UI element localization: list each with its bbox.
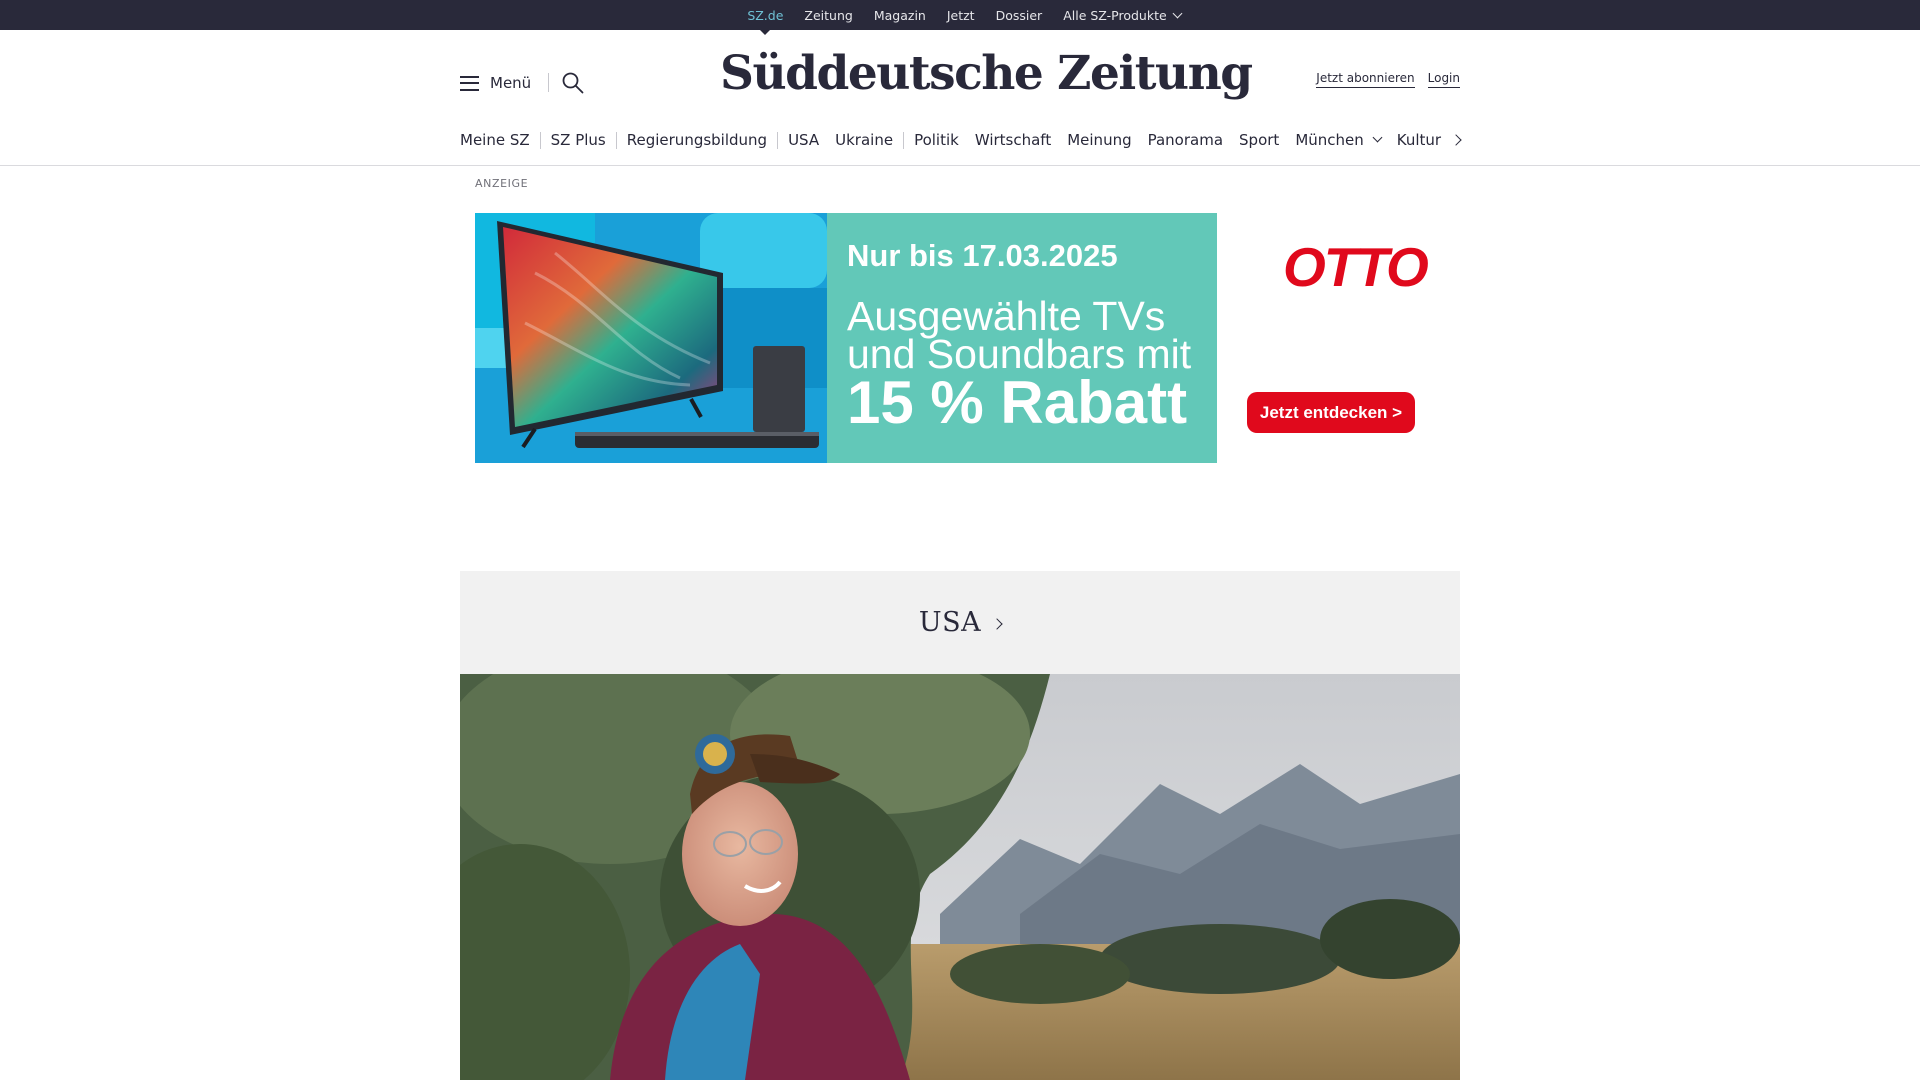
hamburger-icon xyxy=(460,75,479,91)
nav-divider-line xyxy=(0,165,1920,166)
account-links: Jetzt abonnieren Login xyxy=(1316,71,1460,88)
subscribe-link[interactable]: Jetzt abonnieren xyxy=(1316,71,1415,88)
ad-cta-button[interactable]: Jetzt entdecken > xyxy=(1247,392,1415,433)
nav-item-meine-sz[interactable]: Meine SZ xyxy=(460,131,530,149)
section-title: USA xyxy=(918,607,982,638)
nav-item-usa[interactable]: USA xyxy=(788,131,819,149)
nav-item-sz-plus[interactable]: SZ Plus xyxy=(551,131,606,149)
ad-product-image xyxy=(475,213,827,463)
nav-item-meinung[interactable]: Meinung xyxy=(1067,131,1131,149)
nav-item-muenchen[interactable]: München xyxy=(1295,131,1383,149)
product-link-dossier[interactable]: Dossier xyxy=(996,8,1043,23)
menu-label: Menü xyxy=(490,74,532,92)
section-nav: Meine SZ SZ Plus Regierungsbildung USA U… xyxy=(460,128,1441,152)
product-bar: SZ.de Zeitung Magazin Jetzt Dossier Alle… xyxy=(0,0,1920,35)
nav-divider xyxy=(903,131,905,149)
divider xyxy=(548,73,549,92)
product-links: SZ.de Zeitung Magazin Jetzt Dossier Alle… xyxy=(0,0,1920,35)
nav-item-muenchen-label: München xyxy=(1295,131,1364,149)
product-link-sz-de[interactable]: SZ.de xyxy=(747,8,783,35)
nav-scroll-right-button[interactable] xyxy=(1450,132,1464,148)
product-link-zeitung[interactable]: Zeitung xyxy=(804,8,852,23)
nav-item-wirtschaft[interactable]: Wirtschaft xyxy=(975,131,1051,149)
ad-brand-panel: OTTO Jetzt entdecken > xyxy=(1217,213,1445,463)
hero-image[interactable] xyxy=(460,674,1460,1080)
login-link[interactable]: Login xyxy=(1427,71,1460,88)
nav-item-panorama[interactable]: Panorama xyxy=(1148,131,1223,149)
nav-item-regierungsbildung[interactable]: Regierungsbildung xyxy=(627,131,767,149)
nav-item-politik[interactable]: Politik xyxy=(914,131,959,149)
nav-divider xyxy=(777,131,779,149)
ad-label: ANZEIGE xyxy=(475,177,529,190)
chevron-down-icon xyxy=(1172,8,1183,18)
ad-banner[interactable]: Nur bis 17.03.2025 Ausgewählte TVs und S… xyxy=(475,213,1445,463)
all-products-label: Alle SZ-Produkte xyxy=(1063,7,1167,23)
product-link-magazin[interactable]: Magazin xyxy=(874,8,926,23)
nav-divider xyxy=(539,131,541,149)
chevron-down-icon xyxy=(1372,132,1383,142)
ad-offer-panel: Nur bis 17.03.2025 Ausgewählte TVs und S… xyxy=(827,213,1217,463)
otto-logo: OTTO xyxy=(1283,236,1429,298)
all-products-dropdown[interactable]: Alle SZ-Produkte xyxy=(1063,7,1183,23)
nav-divider xyxy=(615,131,617,149)
ad-date-line: Nur bis 17.03.2025 xyxy=(847,238,1118,273)
search-button[interactable] xyxy=(561,71,585,95)
search-icon xyxy=(562,72,584,94)
nav-item-sport[interactable]: Sport xyxy=(1239,131,1279,149)
section-header-usa[interactable]: USA xyxy=(460,571,1460,674)
menu-button[interactable]: Menü xyxy=(460,70,531,96)
site-logo[interactable]: Süddeutsche Zeitung xyxy=(720,46,1253,101)
product-link-jetzt[interactable]: Jetzt xyxy=(947,8,975,23)
ad-discount: 15 % Rabatt xyxy=(847,369,1188,436)
nav-item-kultur[interactable]: Kultur xyxy=(1397,131,1441,149)
nav-item-ukraine[interactable]: Ukraine xyxy=(835,131,893,149)
chevron-right-icon xyxy=(991,617,1003,630)
